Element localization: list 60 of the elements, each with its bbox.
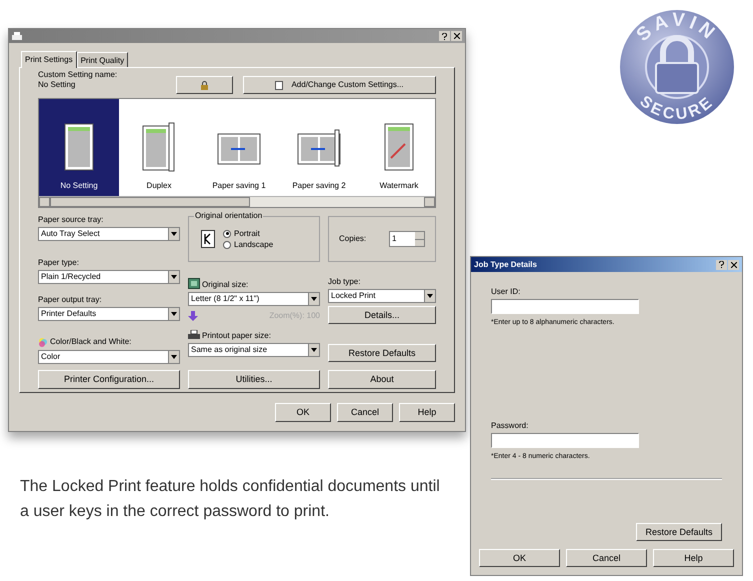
printer-icon [188, 330, 200, 340]
tab[interactable]: Print Settings [21, 51, 77, 68]
dialog-button[interactable]: Help [653, 549, 734, 567]
dialog-button[interactable]: Utilities... [188, 370, 320, 389]
close-icon[interactable] [451, 31, 462, 41]
dropdown[interactable]: Color [38, 350, 180, 364]
radio-label: Portrait [234, 230, 260, 238]
field-label: Printout paper size: [202, 332, 271, 340]
dropdown[interactable]: Printer Defaults [38, 307, 180, 321]
field-label: Custom Setting name: [38, 71, 118, 79]
window-title: Job Type Details [474, 260, 537, 268]
close-icon[interactable] [728, 260, 739, 270]
dialog-button[interactable]: Cancel [337, 402, 393, 422]
password-field[interactable] [491, 433, 639, 448]
caption-text: The Locked Print feature holds confidential documents until a user keys in the correct password to print. [20, 477, 440, 522]
dialog-button[interactable]: OK [275, 402, 331, 422]
down-arrow-icon [188, 311, 198, 321]
dialog-button[interactable]: Details... [328, 306, 436, 324]
radio-label: Landscape [234, 240, 274, 248]
radio-button[interactable] [223, 240, 231, 248]
tab[interactable]: Print Quality [76, 52, 128, 68]
dropdown[interactable]: Auto Tray Select [38, 227, 180, 241]
document-icon [275, 80, 284, 90]
field-label: Paper type: [38, 259, 80, 267]
printer-icon [12, 32, 22, 40]
field-label: Job type: [328, 278, 362, 286]
radio-button[interactable] [223, 230, 231, 238]
user-id-field[interactable] [491, 299, 639, 314]
group-title: Original orientation [194, 212, 264, 220]
copies-spinner[interactable]: 1 [389, 231, 425, 247]
field-label: User ID: [491, 288, 522, 296]
dropdown[interactable]: Letter (8 1/2" x 11") [188, 292, 320, 306]
dialog-button[interactable]: Cancel [566, 549, 647, 567]
picture-frame-icon [188, 278, 200, 289]
dialog-button[interactable]: Help [399, 402, 455, 422]
dialog-button[interactable]: Restore Defaults [636, 523, 722, 541]
dropdown[interactable]: Plain 1/Recycled [38, 270, 180, 284]
dropdown[interactable]: Same as original size [188, 343, 320, 357]
dialog-button[interactable]: Restore Defaults [328, 344, 436, 362]
field-label: Paper output tray: [38, 296, 103, 304]
padlock-icon [200, 80, 209, 90]
padlock-logo: SAVIN SECURE [618, 8, 736, 126]
field-label: Original size: [202, 281, 248, 289]
field-label: Copies: [339, 235, 366, 243]
dialog-button[interactable]: About [328, 370, 436, 389]
dialog-button[interactable]: OK [479, 549, 560, 567]
color-wheel-icon [38, 337, 48, 347]
field-label: Paper source tray: [38, 216, 104, 224]
custom-setting-value: No Setting [38, 81, 76, 89]
help-icon[interactable] [439, 31, 450, 41]
preset-item[interactable]: No Setting [39, 99, 119, 196]
field-label: Password: [491, 422, 530, 430]
field-label: Color/Black and White: [50, 338, 132, 346]
help-icon[interactable] [716, 260, 727, 270]
dialog-button[interactable]: Printer Configuration... [38, 370, 180, 389]
add-change-custom-settings-button[interactable]: Add/Change Custom Settings... [243, 76, 436, 94]
horizontal-scrollbar[interactable] [39, 196, 435, 207]
dropdown[interactable]: Locked Print [328, 289, 436, 303]
lock-button[interactable] [176, 76, 233, 94]
portrait-page-icon [201, 230, 215, 248]
